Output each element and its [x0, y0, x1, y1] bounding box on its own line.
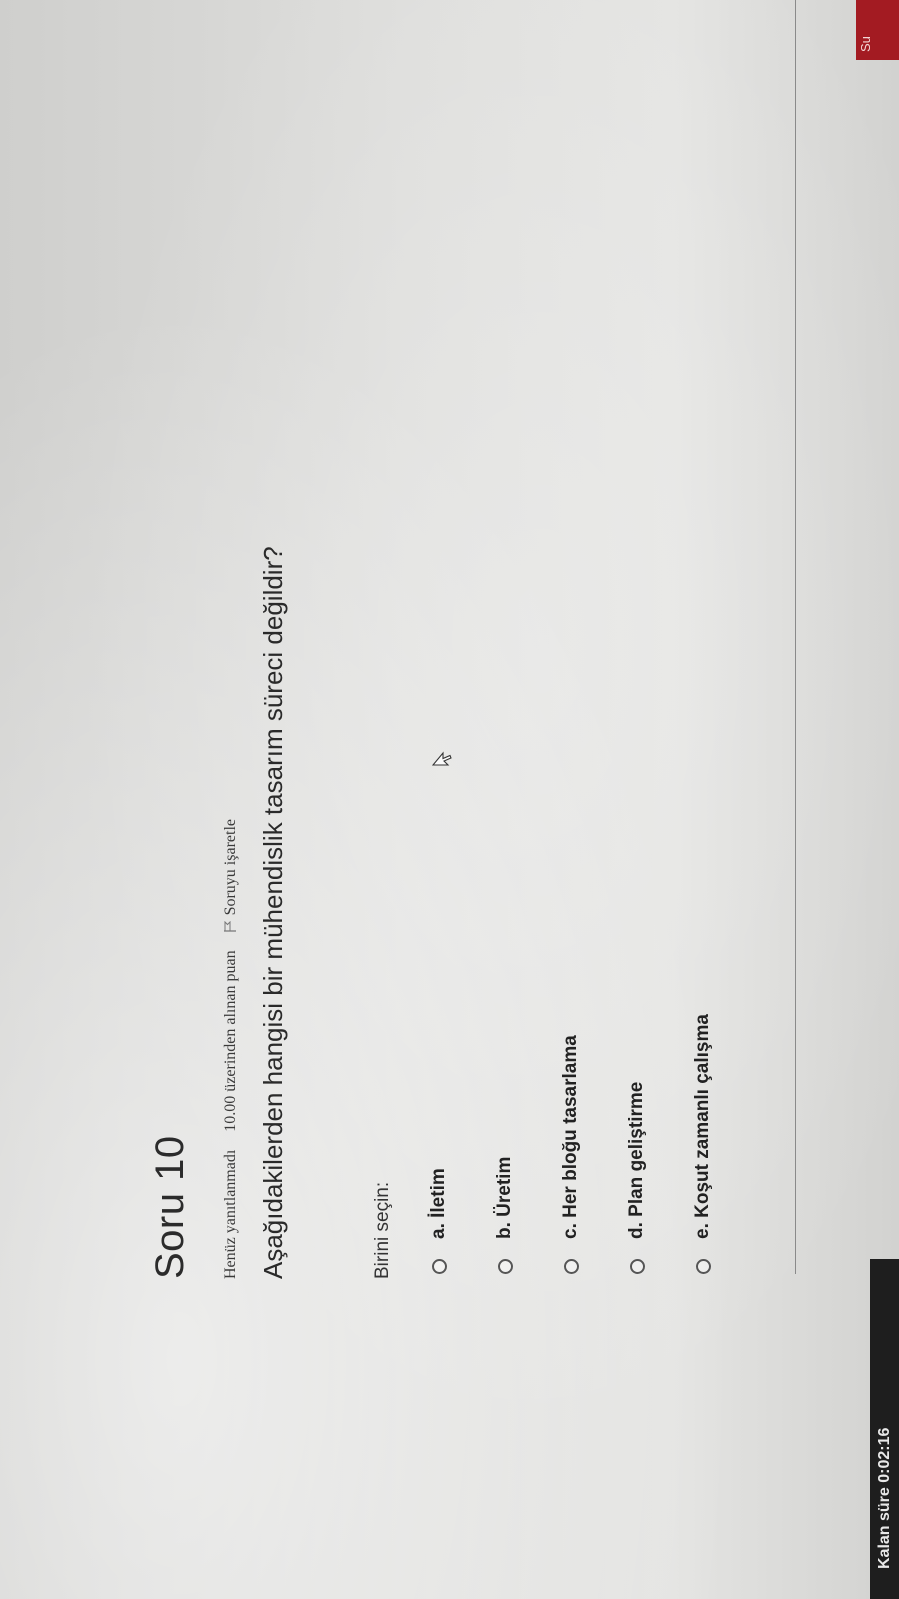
- mouse-pointer-icon: [432, 751, 452, 766]
- option-label: b. Üretim: [494, 1156, 515, 1239]
- flag-icon: [224, 921, 236, 933]
- question-info: Henüz yanıtlanmadı 10.00 üzerinden alınan…: [222, 819, 240, 1279]
- option-label: d. Plan geliştirme: [626, 1081, 647, 1239]
- option-c[interactable]: c. Her bloğu tasarlama: [560, 1014, 626, 1274]
- quiz-page: Soru 10 Henüz yanıtlanmadı 10.00 üzerinde…: [0, 0, 899, 1599]
- option-label: a. İletim: [428, 1168, 449, 1239]
- answer-options: a. İletim b. Üretim c. Her bloğu tasarla…: [428, 1014, 758, 1274]
- section-divider: [795, 0, 796, 1274]
- option-e[interactable]: e. Koşut zamanlı çalışma: [692, 1014, 758, 1274]
- radio-unchecked-icon[interactable]: [564, 1259, 579, 1274]
- radio-unchecked-icon[interactable]: [696, 1259, 711, 1274]
- answer-status: Henüz yanıtlanmadı: [222, 1149, 239, 1279]
- time-remaining: Kalan süre 0:02:16: [870, 1259, 899, 1599]
- radio-unchecked-icon[interactable]: [498, 1259, 513, 1274]
- option-b[interactable]: b. Üretim: [494, 1014, 560, 1274]
- submit-button[interactable]: Su: [856, 0, 899, 60]
- answer-prompt: Birini seçin:: [372, 1181, 393, 1279]
- option-label: e. Koşut zamanlı çalışma: [692, 1014, 713, 1239]
- option-d[interactable]: d. Plan geliştirme: [626, 1014, 692, 1274]
- radio-unchecked-icon[interactable]: [432, 1259, 447, 1274]
- question-text: Aşağıdakilerden hangisi bir mühendislik …: [258, 546, 288, 1279]
- option-a[interactable]: a. İletim: [428, 1014, 494, 1274]
- question-points: 10.00 üzerinden alınan puan: [222, 950, 239, 1132]
- flag-question-label: Soruyu işaretle: [222, 819, 239, 916]
- flag-question-link[interactable]: Soruyu işaretle: [222, 819, 240, 933]
- option-label: c. Her bloğu tasarlama: [560, 1035, 581, 1239]
- question-title: Soru 10: [148, 1135, 192, 1279]
- radio-unchecked-icon[interactable]: [630, 1259, 645, 1274]
